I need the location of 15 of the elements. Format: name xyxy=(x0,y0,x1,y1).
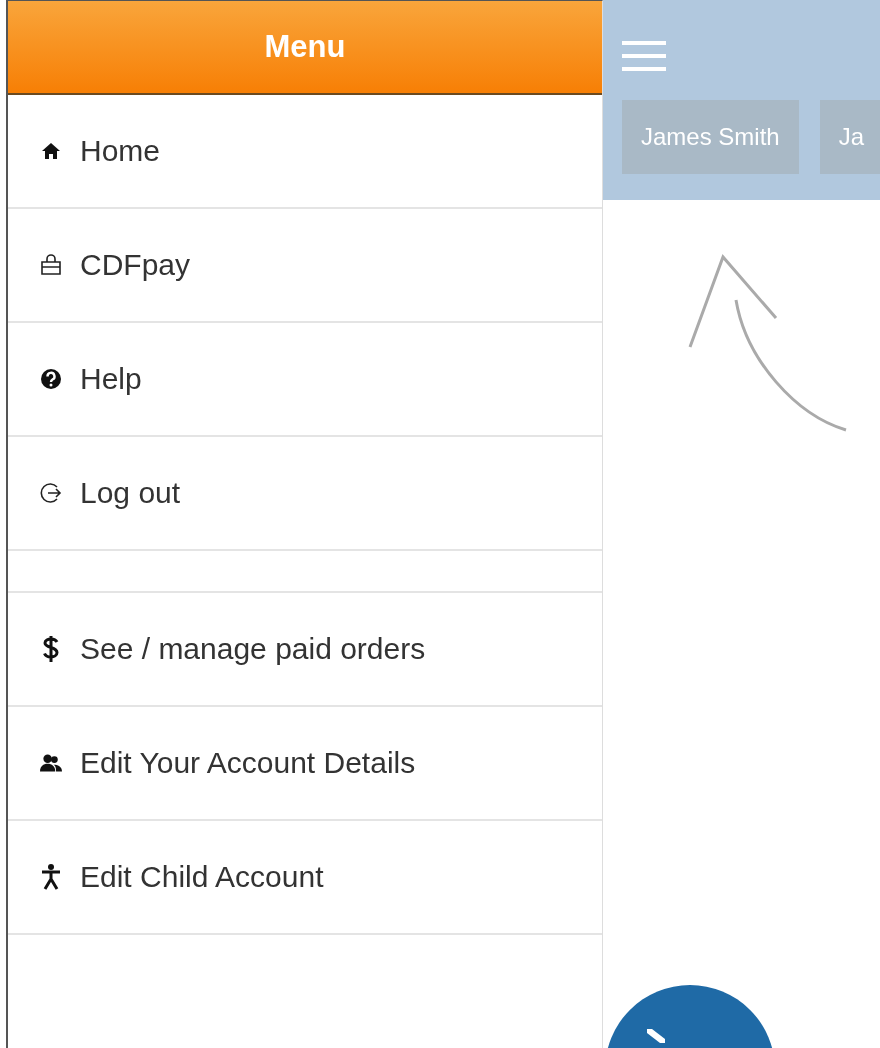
menu-item[interactable]: Log out xyxy=(8,437,602,551)
menu-item[interactable]: Help xyxy=(8,323,602,437)
menu-title: Menu xyxy=(264,29,346,65)
menu-item[interactable]: Edit Your Account Details xyxy=(8,707,602,821)
person-icon xyxy=(41,864,61,890)
question-circle-icon xyxy=(40,368,62,390)
menu-item[interactable]: Edit Child Account xyxy=(8,821,602,935)
exit-icon xyxy=(40,482,62,504)
menu-item[interactable]: See / manage paid orders xyxy=(8,593,602,707)
shopping-bag-icon xyxy=(40,254,62,276)
menu-item[interactable]: Home xyxy=(8,95,602,209)
home-icon xyxy=(41,142,61,160)
users-icon xyxy=(40,752,62,774)
dollar-icon xyxy=(42,635,60,663)
menu-item[interactable]: CDFpay xyxy=(8,209,602,323)
